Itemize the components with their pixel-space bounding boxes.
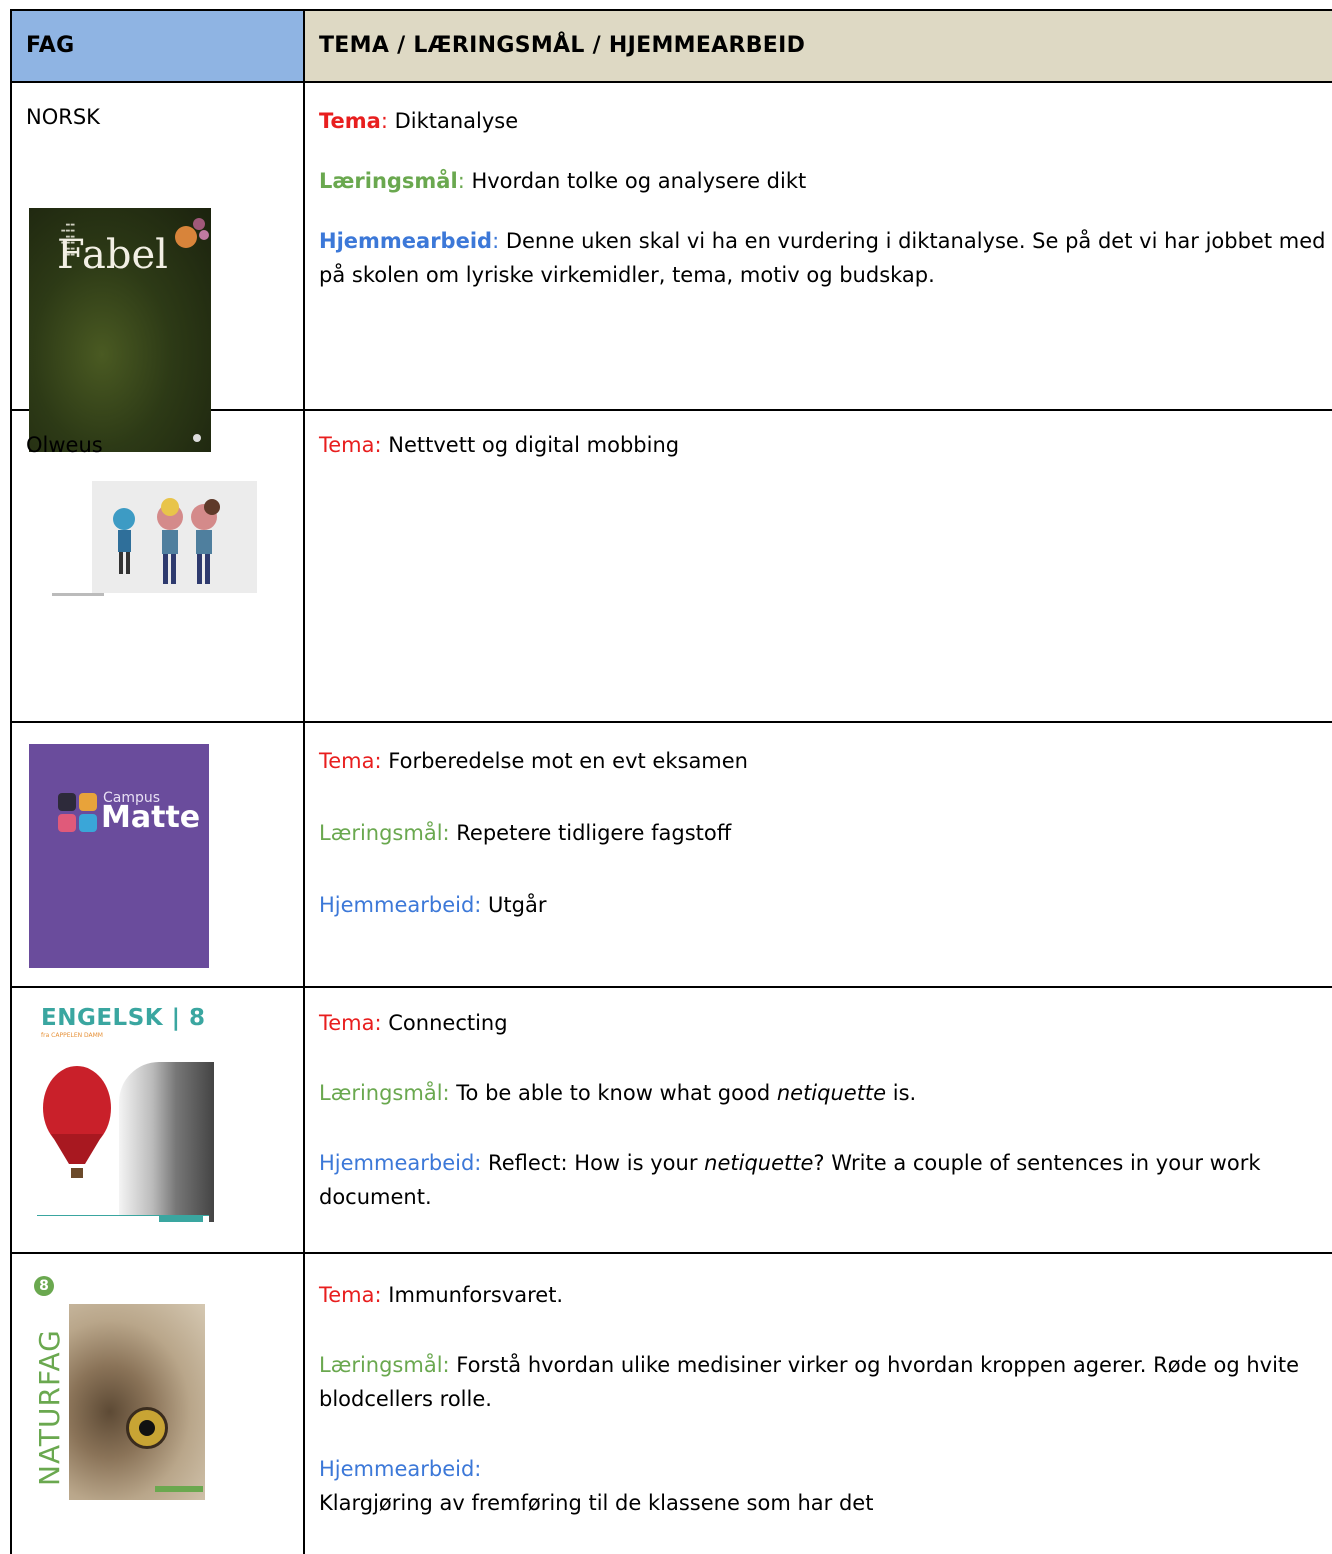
calculator-icon (58, 793, 98, 833)
tema-text: Forberedelse mot en evt eksamen (381, 749, 748, 773)
table-row: ENGELSK | 8 fra CAPPELEN DAMM Tema: Conn… (12, 988, 1332, 1254)
cover-footer-badge (155, 1486, 203, 1492)
maal-text: Repetere tidligere fagstoff (449, 821, 732, 845)
owl-eye-icon (126, 1407, 168, 1449)
cover-footer-badge (159, 1216, 203, 1222)
engelsk-book-cover: ENGELSK | 8 fra CAPPELEN DAMM (29, 1002, 214, 1232)
cover-title: NATURFAG (33, 1329, 66, 1486)
hjem-label: Hjemmearbeid: (319, 893, 482, 917)
hjem-text-em: netiquette (704, 1151, 814, 1175)
olweus-illustration (52, 481, 257, 596)
subject-cell: 8 NATURFAG (12, 1254, 305, 1554)
hjem-text-a: Reflect: How is your (481, 1151, 705, 1175)
cover-number: 8 (34, 1276, 54, 1296)
cover-subtitle: fra CAPPELEN DAMM (41, 1032, 103, 1039)
maal-text-a: To be able to know what good (449, 1081, 777, 1105)
colon: : (457, 169, 465, 193)
campus-matte-book-cover: Campus Matte (29, 744, 209, 968)
maal-text: Hvordan tolke og analysere dikt (464, 169, 807, 193)
cover-title: Fabel (57, 232, 168, 278)
content-cell: Tema: Nettvett og digital mobbing (305, 411, 1332, 721)
maal-label: Læringsmål: (319, 1353, 450, 1377)
girl-portrait (119, 1062, 214, 1222)
hjem-text: Klargjøring av fremføring til de klassen… (319, 1491, 874, 1515)
tema-text: Nettvett og digital mobbing (381, 433, 680, 457)
header-fag: FAG (26, 33, 75, 58)
hjem-label: Hjemmearbeid: (319, 1457, 482, 1481)
tema-text: Immunforsvaret. (381, 1283, 564, 1307)
content-cell: Tema: Connecting Læringsmål: To be able … (305, 988, 1332, 1252)
tema-label: Tema (319, 109, 381, 133)
hot-air-balloon-icon (43, 1066, 111, 1178)
header-cell-fag: FAG (12, 11, 305, 81)
table-row: Olweus Tema: Nettvett og digital mobbing (12, 411, 1332, 723)
maal-label: Læringsmål (319, 169, 458, 193)
content-cell: Tema: Forberedelse mot en evt eksamen Læ… (305, 723, 1332, 986)
hjem-label: Hjemmearbeid: (319, 1151, 482, 1175)
maal-text-b: is. (886, 1081, 917, 1105)
tema-label: Tema: (319, 749, 382, 773)
owl-photo (69, 1304, 205, 1500)
colon: : (380, 109, 388, 133)
maal-text: Forstå hvordan ulike medisiner virker og… (319, 1353, 1300, 1411)
maal-label: Læringsmål: (319, 1081, 450, 1105)
maal-text-em: netiquette (776, 1081, 887, 1105)
tema-text: Connecting (381, 1011, 508, 1035)
subject-cell: NORSK ▬▬ ▬▬▬ ▬▬ ▬▬▬ ▬▬ ▬▬ Fabel (12, 83, 305, 452)
tema-text: Diktanalyse (387, 109, 519, 133)
tema-label: Tema: (319, 1283, 382, 1307)
subject-cell: Olweus (12, 411, 305, 721)
table-row: NORSK ▬▬ ▬▬▬ ▬▬ ▬▬▬ ▬▬ ▬▬ Fabel Tema: Diktana… (12, 83, 1332, 452)
tema-label: Tema: (319, 1011, 382, 1035)
table-row: 8 NATURFAG Tema: Immunforsvaret. Lærings… (12, 1254, 1332, 1554)
tema-label: Tema: (319, 433, 382, 457)
hjem-label: Hjemmearbeid (319, 229, 493, 253)
header-cell-tema: TEMA / LÆRINGSMÅL / HJEMMEARBEID (305, 11, 1332, 81)
cover-title: ENGELSK | 8 (41, 1005, 206, 1031)
weekly-plan-table: FAG TEMA / LÆRINGSMÅL / HJEMMEARBEID NOR… (10, 9, 1332, 1554)
subject-label: Olweus (26, 433, 103, 457)
maal-label: Læringsmål: (319, 821, 450, 845)
naturfag-book-cover: 8 NATURFAG (29, 1274, 205, 1500)
subject-cell: ENGELSK | 8 fra CAPPELEN DAMM (12, 988, 305, 1252)
header-tema: TEMA / LÆRINGSMÅL / HJEMMEARBEID (319, 33, 806, 58)
table-header: FAG TEMA / LÆRINGSMÅL / HJEMMEARBEID (12, 11, 1332, 83)
cover-title: Matte (101, 800, 201, 835)
content-cell: Tema: Diktanalyse Læringsmål: Hvordan to… (305, 83, 1332, 409)
table-row: Campus Matte Tema: Forberedelse mot en e… (12, 723, 1332, 988)
content-cell: Tema: Immunforsvaret. Læringsmål: Forstå… (305, 1254, 1332, 1554)
subject-cell: Campus Matte (12, 723, 305, 986)
hjem-text: Utgår (481, 893, 547, 917)
subject-label: NORSK (26, 105, 100, 129)
